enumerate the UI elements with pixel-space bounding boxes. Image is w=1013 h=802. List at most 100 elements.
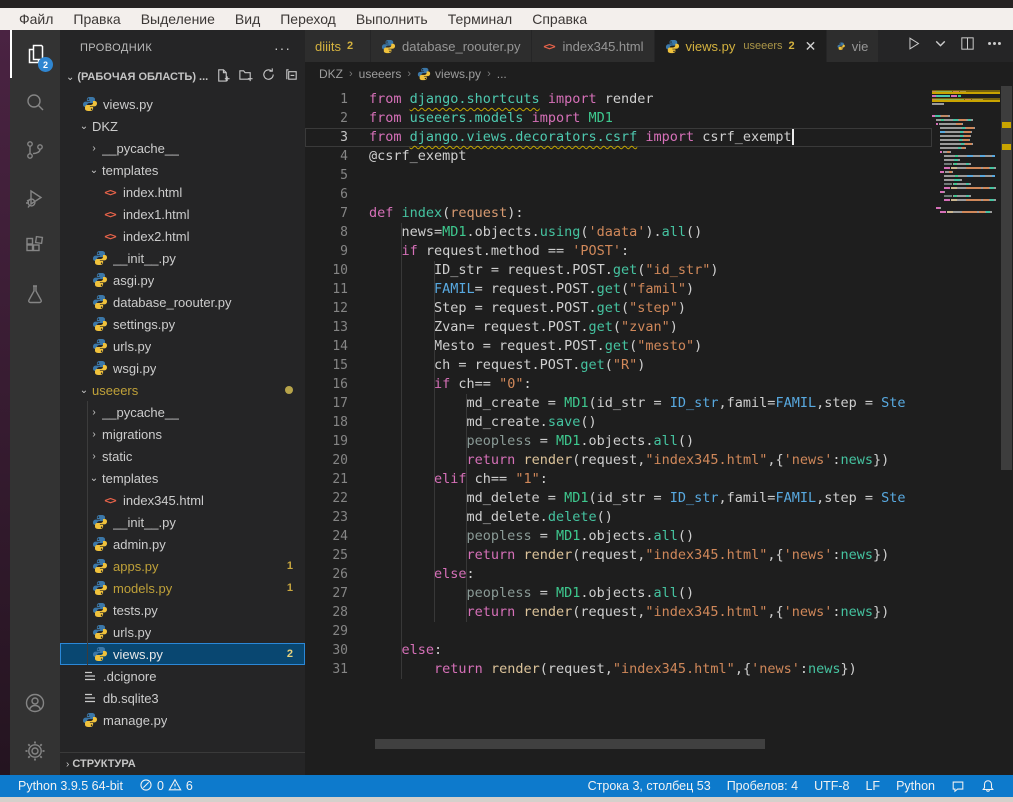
code-line-28[interactable]: 28 return render(request,"index345.html"… <box>305 603 932 622</box>
tree-file-views.py[interactable]: views.py2 <box>60 643 305 665</box>
menu-item-переход[interactable]: Переход <box>271 10 345 28</box>
horizontal-scrollbar[interactable] <box>305 739 932 749</box>
tree-file-wsgi.py[interactable]: wsgi.py <box>60 357 305 379</box>
tree-file-index.html[interactable]: <>index.html <box>60 181 305 203</box>
code-line-24[interactable]: 24 peopless = MD1.objects.all() <box>305 527 932 546</box>
breadcrumb-item-DKZ[interactable]: DKZ <box>319 67 343 81</box>
tab-diiits[interactable]: diiits2 <box>305 30 371 62</box>
tree-file-index1.html[interactable]: <>index1.html <box>60 203 305 225</box>
problems-status[interactable]: 0 6 <box>131 778 201 795</box>
tree-folder-templates[interactable]: ⌄templates <box>60 467 305 489</box>
more-actions-icon[interactable]: ··· <box>274 40 291 56</box>
breadcrumb-item-...[interactable]: ... <box>497 67 507 81</box>
code-line-4[interactable]: 4@csrf_exempt <box>305 147 932 166</box>
workspace-section-header[interactable]: ⌄ (РАБОЧАЯ ОБЛАСТЬ) ... <box>60 65 305 89</box>
menu-item-выполнить[interactable]: Выполнить <box>347 10 437 28</box>
tree-file-db.sqlite3[interactable]: db.sqlite3 <box>60 687 305 709</box>
tab-vie[interactable]: vie <box>827 30 879 62</box>
code-line-15[interactable]: 15 ch = request.POST.get("R") <box>305 356 932 375</box>
new-file-icon[interactable] <box>215 67 230 87</box>
code-line-2[interactable]: 2from useeers.models import MD1 <box>305 109 932 128</box>
code-line-3[interactable]: 3from django.views.decorators.csrf impor… <box>305 128 932 147</box>
menu-item-выделение[interactable]: Выделение <box>132 10 224 28</box>
tree-file-manage.py[interactable]: manage.py <box>60 709 305 731</box>
code-line-26[interactable]: 26 else: <box>305 565 932 584</box>
tree-folder-DKZ[interactable]: ⌄DKZ <box>60 115 305 137</box>
code-line-14[interactable]: 14 Mesto = request.POST.get("mesto") <box>305 337 932 356</box>
language-mode-status[interactable]: Python <box>888 779 943 793</box>
tree-file-__init__.py[interactable]: __init__.py <box>60 511 305 533</box>
code-line-9[interactable]: 9 if request.method == 'POST': <box>305 242 932 261</box>
indentation-status[interactable]: Пробелов: 4 <box>719 779 806 793</box>
tree-folder-__pycache__[interactable]: ›__pycache__ <box>60 137 305 159</box>
menu-item-справка[interactable]: Справка <box>523 10 596 28</box>
tree-folder-__pycache__[interactable]: ›__pycache__ <box>60 401 305 423</box>
interpreter-status[interactable]: Python 3.9.5 64-bit <box>10 779 131 793</box>
close-icon[interactable]: ✕ <box>805 38 817 55</box>
code-line-13[interactable]: 13 Zvan= request.POST.get("zvan") <box>305 318 932 337</box>
code-line-21[interactable]: 21 elif ch== "1": <box>305 470 932 489</box>
tree-folder-static[interactable]: ›static <box>60 445 305 467</box>
collapse-all-icon[interactable] <box>284 67 299 87</box>
tab-views.py[interactable]: views.pyuseeers2✕ <box>655 30 828 62</box>
menu-item-файл[interactable]: Файл <box>10 10 62 28</box>
code-line-23[interactable]: 23 md_delete.delete() <box>305 508 932 527</box>
dropdown-icon[interactable] <box>932 35 949 57</box>
tree-file-tests.py[interactable]: tests.py <box>60 599 305 621</box>
search-icon[interactable] <box>10 78 60 126</box>
code-line-10[interactable]: 10 ID_str = request.POST.get("id_str") <box>305 261 932 280</box>
code-line-18[interactable]: 18 md_create.save() <box>305 413 932 432</box>
testing-icon[interactable] <box>10 270 60 318</box>
source-control-icon[interactable] <box>10 126 60 174</box>
tree-file-index2.html[interactable]: <>index2.html <box>60 225 305 247</box>
minimap[interactable] <box>932 86 1000 214</box>
menu-item-правка[interactable]: Правка <box>64 10 129 28</box>
more-actions-icon[interactable] <box>986 35 1003 57</box>
explorer-icon[interactable]: 2 <box>10 30 60 78</box>
extensions-icon[interactable] <box>10 222 60 270</box>
cursor-position-status[interactable]: Строка 3, столбец 53 <box>580 779 719 793</box>
breadcrumb[interactable]: DKZ›useeers›views.py›... <box>305 62 1013 86</box>
tree-file-views.py[interactable]: views.py <box>60 93 305 115</box>
menu-item-терминал[interactable]: Терминал <box>439 10 521 28</box>
code-line-12[interactable]: 12 Step = request.POST.get("step") <box>305 299 932 318</box>
code-line-25[interactable]: 25 return render(request,"index345.html"… <box>305 546 932 565</box>
breadcrumb-item-views.py[interactable]: views.py <box>417 67 481 81</box>
tree-file-settings.py[interactable]: settings.py <box>60 313 305 335</box>
outline-section-header[interactable]: › СТРУКТУРА <box>60 752 305 775</box>
split-editor-icon[interactable] <box>959 35 976 57</box>
code-line-6[interactable]: 6 <box>305 185 932 204</box>
tree-file-asgi.py[interactable]: asgi.py <box>60 269 305 291</box>
code-line-1[interactable]: 1from django.shortcuts import render <box>305 90 932 109</box>
tree-file-__init__.py[interactable]: __init__.py <box>60 247 305 269</box>
code-line-22[interactable]: 22 md_delete = MD1(id_str = ID_str,famil… <box>305 489 932 508</box>
code-line-16[interactable]: 16 if ch== "0": <box>305 375 932 394</box>
tree-file-admin.py[interactable]: admin.py <box>60 533 305 555</box>
feedback-icon[interactable] <box>943 779 973 793</box>
tree-file-.dcignore[interactable]: .dcignore <box>60 665 305 687</box>
tree-file-urls.py[interactable]: urls.py <box>60 335 305 357</box>
tree-file-index345.html[interactable]: <>index345.html <box>60 489 305 511</box>
refresh-icon[interactable] <box>261 67 276 87</box>
code-line-31[interactable]: 31 return render(request,"index345.html"… <box>305 660 932 679</box>
tree-file-database_roouter.py[interactable]: database_roouter.py <box>60 291 305 313</box>
code-line-29[interactable]: 29 <box>305 622 932 641</box>
run-icon[interactable] <box>905 35 922 57</box>
tree-folder-useeers[interactable]: ⌄useeers <box>60 379 305 401</box>
new-folder-icon[interactable] <box>238 67 253 87</box>
account-icon[interactable] <box>10 679 60 727</box>
code-line-5[interactable]: 5 <box>305 166 932 185</box>
eol-status[interactable]: LF <box>857 779 888 793</box>
settings-gear-icon[interactable] <box>10 727 60 775</box>
code-line-27[interactable]: 27 peopless = MD1.objects.all() <box>305 584 932 603</box>
tree-file-urls.py[interactable]: urls.py <box>60 621 305 643</box>
code-line-11[interactable]: 11 FAMIL= request.POST.get("famil") <box>305 280 932 299</box>
tree-file-models.py[interactable]: models.py1 <box>60 577 305 599</box>
code-line-8[interactable]: 8 news=MD1.objects.using('daata').all() <box>305 223 932 242</box>
tree-folder-migrations[interactable]: ›migrations <box>60 423 305 445</box>
tab-database_roouter.py[interactable]: database_roouter.py <box>371 30 532 62</box>
encoding-status[interactable]: UTF-8 <box>806 779 857 793</box>
tab-index345.html[interactable]: <>index345.html <box>532 30 655 62</box>
tree-folder-templates[interactable]: ⌄templates <box>60 159 305 181</box>
code-line-30[interactable]: 30 else: <box>305 641 932 660</box>
